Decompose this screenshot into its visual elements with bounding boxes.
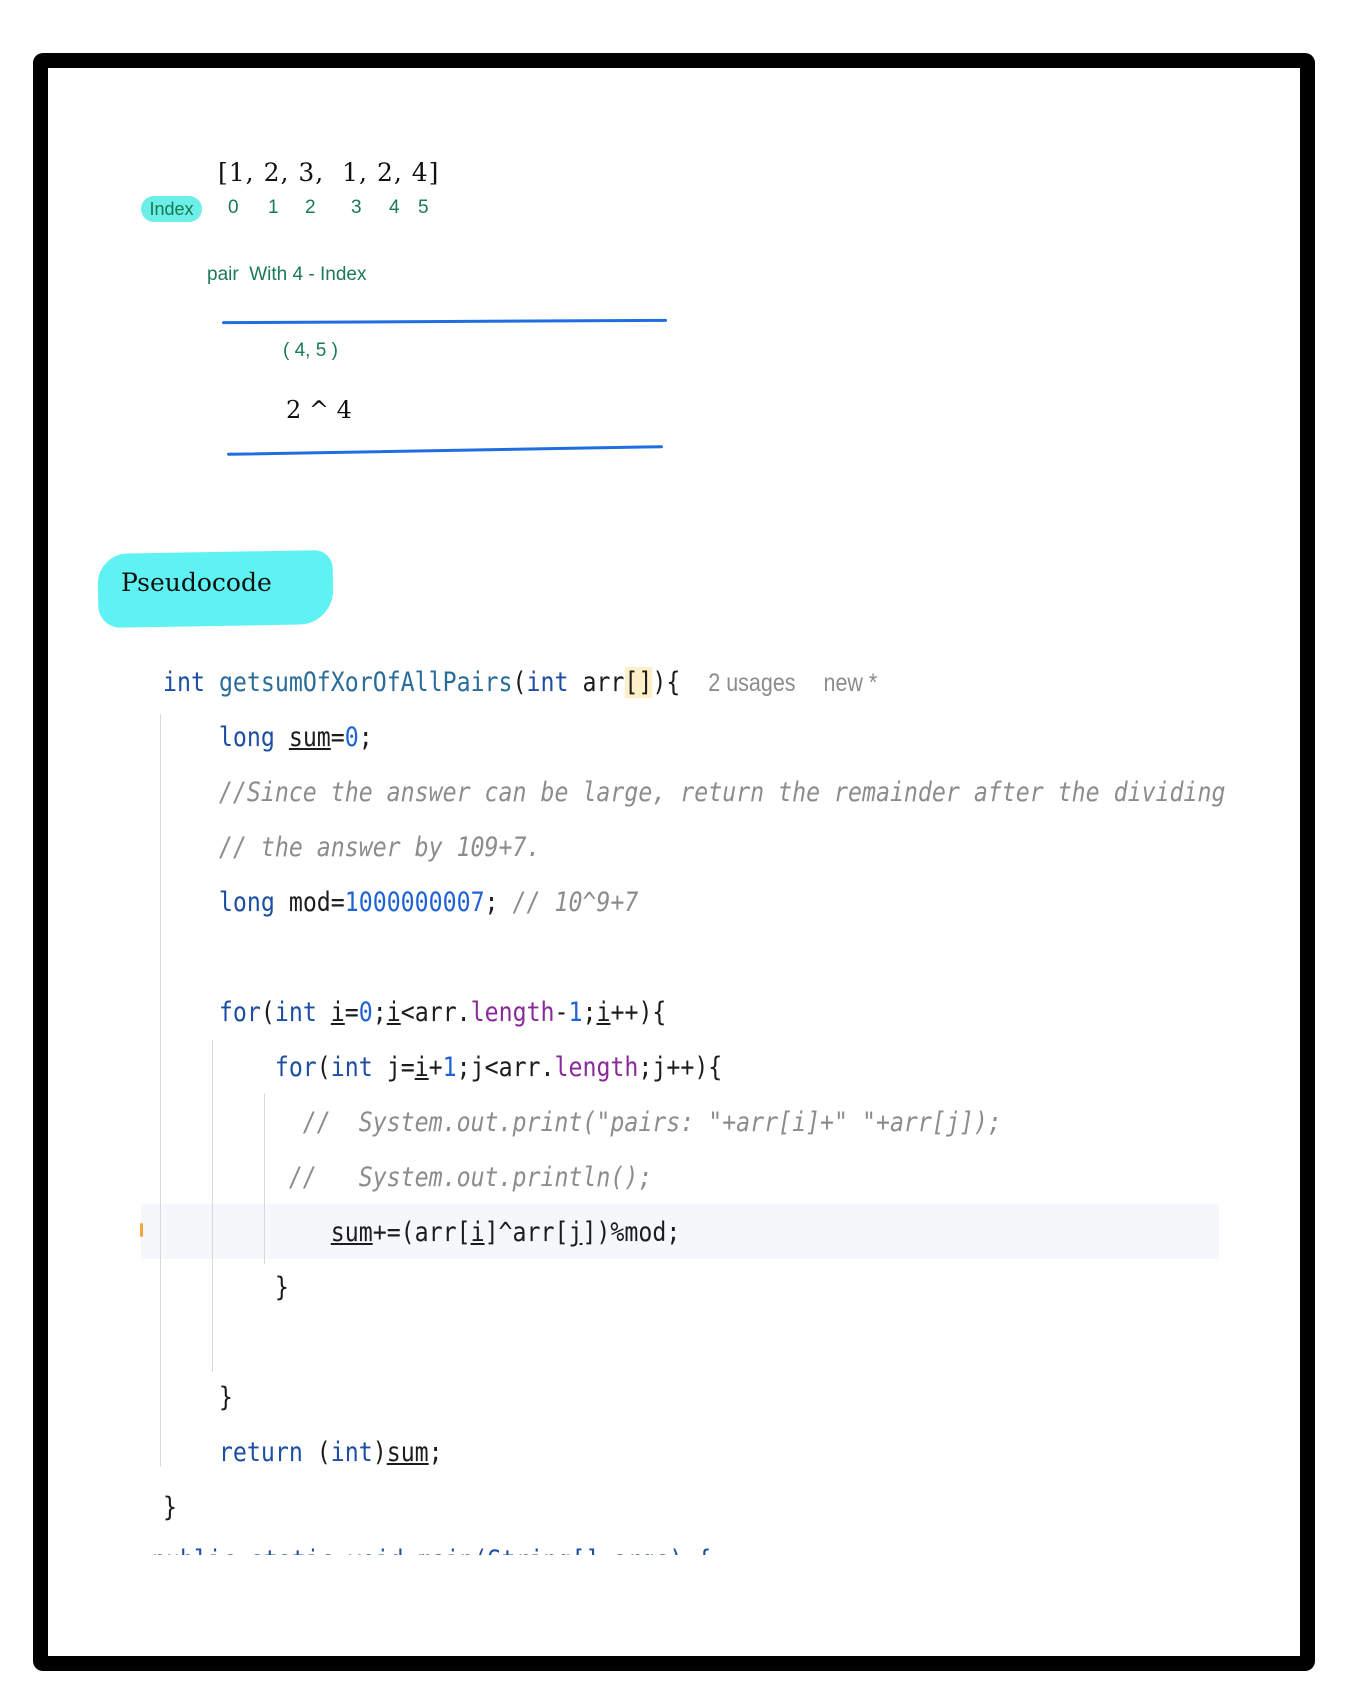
index-0: 0 — [228, 197, 239, 218]
code-line: } — [163, 1492, 177, 1523]
code-line: } — [218, 1382, 233, 1413]
code-comment: //Since the answer can be large, return … — [218, 777, 1226, 808]
code-line: } — [274, 1272, 289, 1303]
indent-guide — [160, 714, 161, 1466]
usages-hint[interactable]: 2 usages — [708, 669, 795, 697]
code-comment: // System.out.print("pairs: "+arr[i]+" "… — [302, 1107, 1002, 1138]
code-block: int getsumOfXorOfAllPairs(int arr[]){ 2 … — [163, 667, 1226, 1547]
code-line: for(int j=i+1;j<arr.length;j++){ — [274, 1052, 723, 1083]
pair-note: pair With 4 - Index — [207, 264, 367, 285]
new-hint: new * — [823, 669, 878, 697]
xor-expression: 2 ^ 4 — [286, 396, 352, 424]
index-5: 5 — [418, 197, 429, 218]
index-2: 2 — [305, 197, 316, 218]
index-label: Index — [141, 196, 202, 222]
pair-value: ( 4, 5 ) — [283, 340, 338, 361]
gutter-marker — [140, 1223, 143, 1237]
index-4: 4 — [389, 197, 400, 218]
code-comment: // System.out.println(); — [288, 1162, 653, 1193]
function-name[interactable]: getsumOfXorOfAllPairs — [219, 667, 513, 698]
code-comment: // the answer by 109+7. — [218, 832, 541, 863]
cropped-code-line: public static void main(String[] args) { — [152, 1543, 792, 1555]
code-line: for(int i=0;i<arr.length-1;i++){ — [218, 997, 667, 1028]
index-1: 1 — [268, 197, 279, 218]
code-line: long mod=1000000007; // 10^9+7 — [218, 887, 639, 918]
array-values: [1, 2, 3, 1, 2, 4] — [218, 158, 440, 187]
code-line-current[interactable]: sum+=(arr[i]^arr[j])%mod; — [163, 1217, 681, 1248]
code-line: int getsumOfXorOfAllPairs(int arr[]){ 2 … — [163, 667, 878, 698]
code-line: long sum=0; — [218, 722, 373, 753]
code-line: return (int)sum; — [218, 1437, 443, 1468]
index-3: 3 — [351, 197, 362, 218]
pseudocode-title: Pseudocode — [121, 568, 272, 597]
